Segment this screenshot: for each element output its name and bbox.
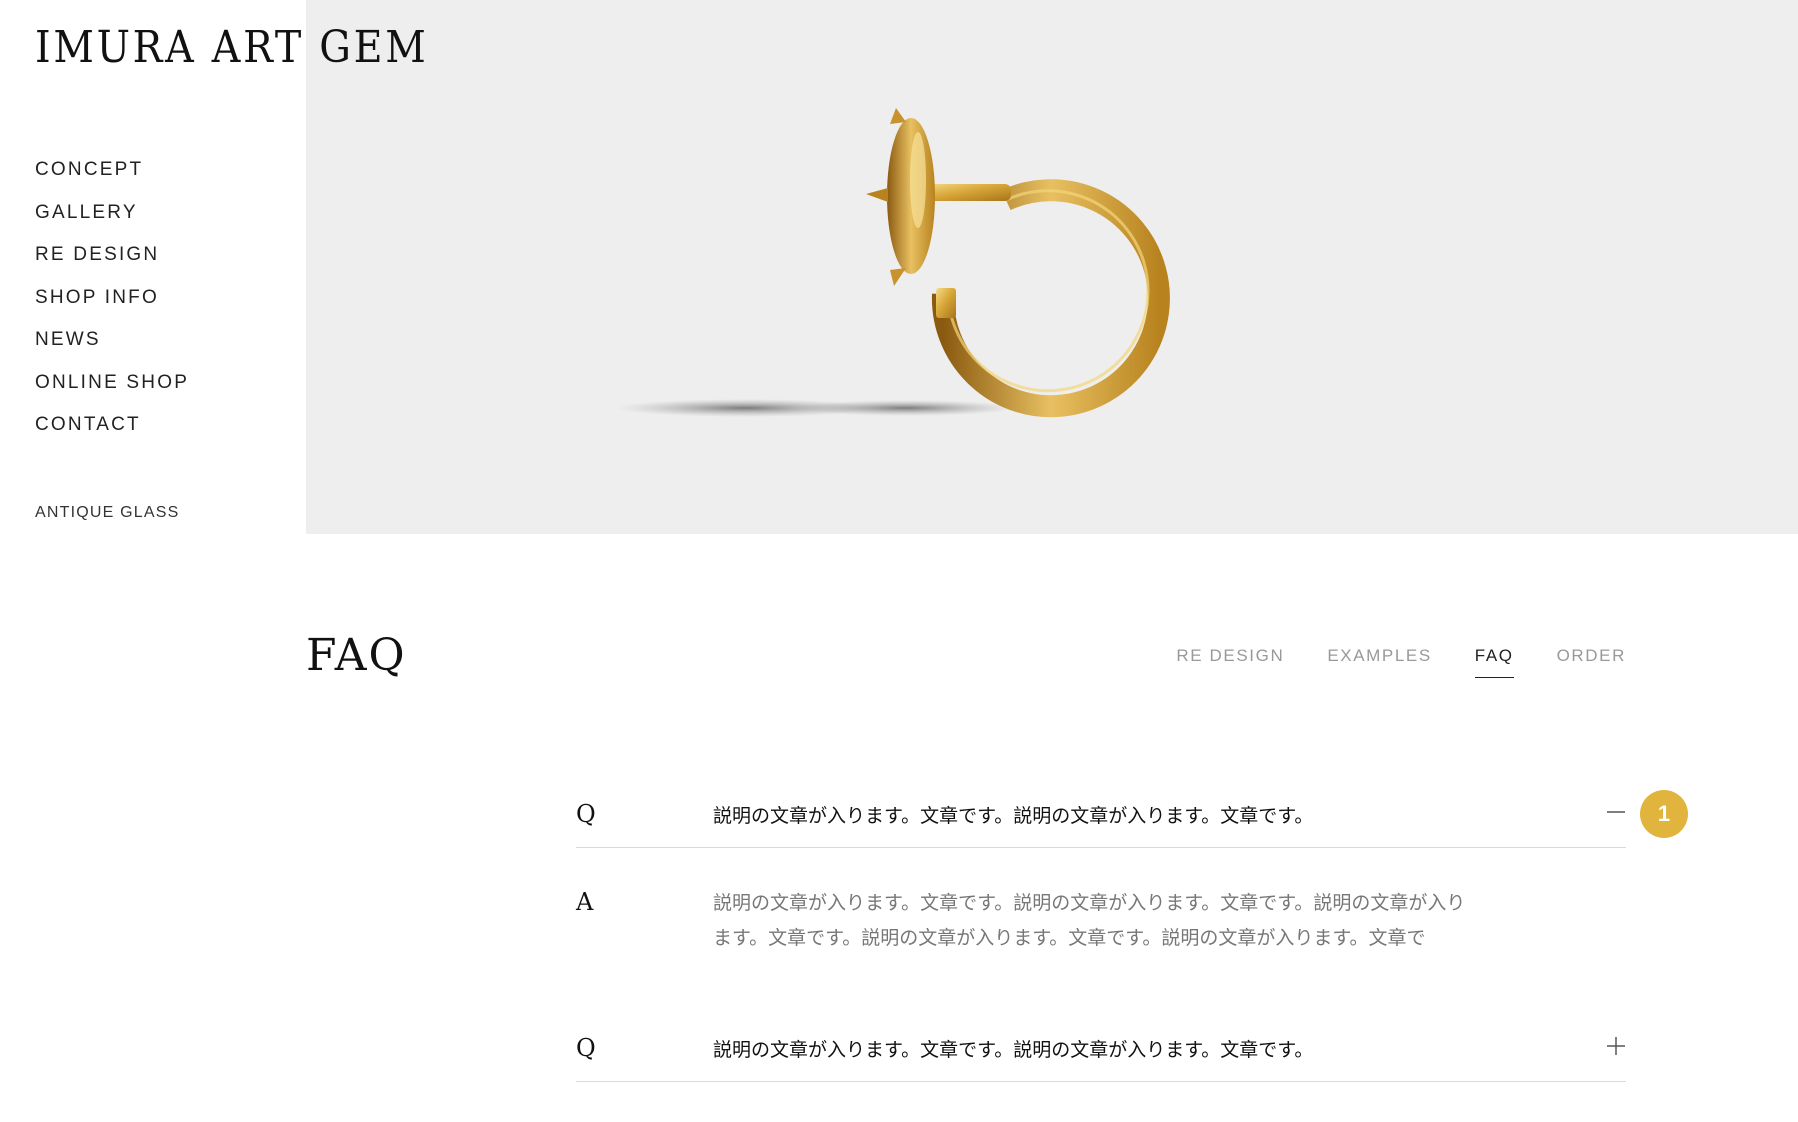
tab-examples[interactable]: EXAMPLES [1327,646,1431,678]
earring-hoop-inner [946,189,1150,393]
earring-star-left [866,188,888,202]
gold-hoop-earring-illustration [616,108,1170,418]
sidebar-item-re-design[interactable]: RE DESIGN [35,241,189,284]
sidebar-item-online-shop[interactable]: ONLINE SHOP [35,369,189,412]
sidebar-link-antique-glass[interactable]: ANTIQUE GLASS [35,504,180,522]
step-badge: 1 [1640,790,1688,838]
page: IMURA ART GEM CONCEPT GALLERY RE DESIGN … [0,0,1798,1122]
plus-icon[interactable] [1606,1036,1626,1056]
tab-order[interactable]: ORDER [1557,646,1626,678]
answer-marker: A [576,888,594,916]
question-text: 説明の文章が入ります。文章です。説明の文章が入ります。文章です。 [713,1039,1314,1061]
earring-shadow-2 [796,400,1016,416]
hero-image [306,0,1798,534]
faq-list: Q 説明の文章が入ります。文章です。説明の文章が入ります。文章です。 A 説明の… [576,774,1626,1082]
earring-hoop [931,179,1170,418]
earring-star-bottom [890,268,906,286]
sidebar-nav: CONCEPT GALLERY RE DESIGN SHOP INFO NEWS… [35,156,189,454]
sidebar-item-concept[interactable]: CONCEPT [35,156,189,199]
sidebar-item-gallery[interactable]: GALLERY [35,199,189,242]
faq-question-2[interactable]: Q 説明の文章が入ります。文章です。説明の文章が入ります。文章です。 [576,1008,1626,1082]
tab-faq[interactable]: FAQ [1474,646,1514,678]
section-subnav: RE DESIGN EXAMPLES FAQ ORDER [1176,646,1626,678]
faq-question-1[interactable]: Q 説明の文章が入ります。文章です。説明の文章が入ります。文章です。 [576,774,1626,848]
question-marker: Q [576,800,596,828]
section-title: FAQ [306,630,407,681]
minus-icon[interactable] [1606,802,1626,822]
site-logo[interactable]: IMURA ART GEM [35,22,428,73]
answer-text: 説明の文章が入ります。文章です。説明の文章が入ります。文章です。説明の文章が入り… [713,892,1466,949]
faq-answer-1: A 説明の文章が入ります。文章です。説明の文章が入ります。文章です。説明の文章が… [576,848,1626,1008]
sidebar-item-news[interactable]: NEWS [35,326,189,369]
earring-hoop-end [936,288,956,318]
earring-stud-highlight [910,132,926,228]
question-marker: Q [576,1034,596,1062]
question-text: 説明の文章が入ります。文章です。説明の文章が入ります。文章です。 [713,805,1314,827]
sidebar-item-shop-info[interactable]: SHOP INFO [35,284,189,327]
earring-star-top [890,108,906,124]
sidebar-item-contact[interactable]: CONTACT [35,411,189,454]
tab-re-design[interactable]: RE DESIGN [1176,646,1284,678]
